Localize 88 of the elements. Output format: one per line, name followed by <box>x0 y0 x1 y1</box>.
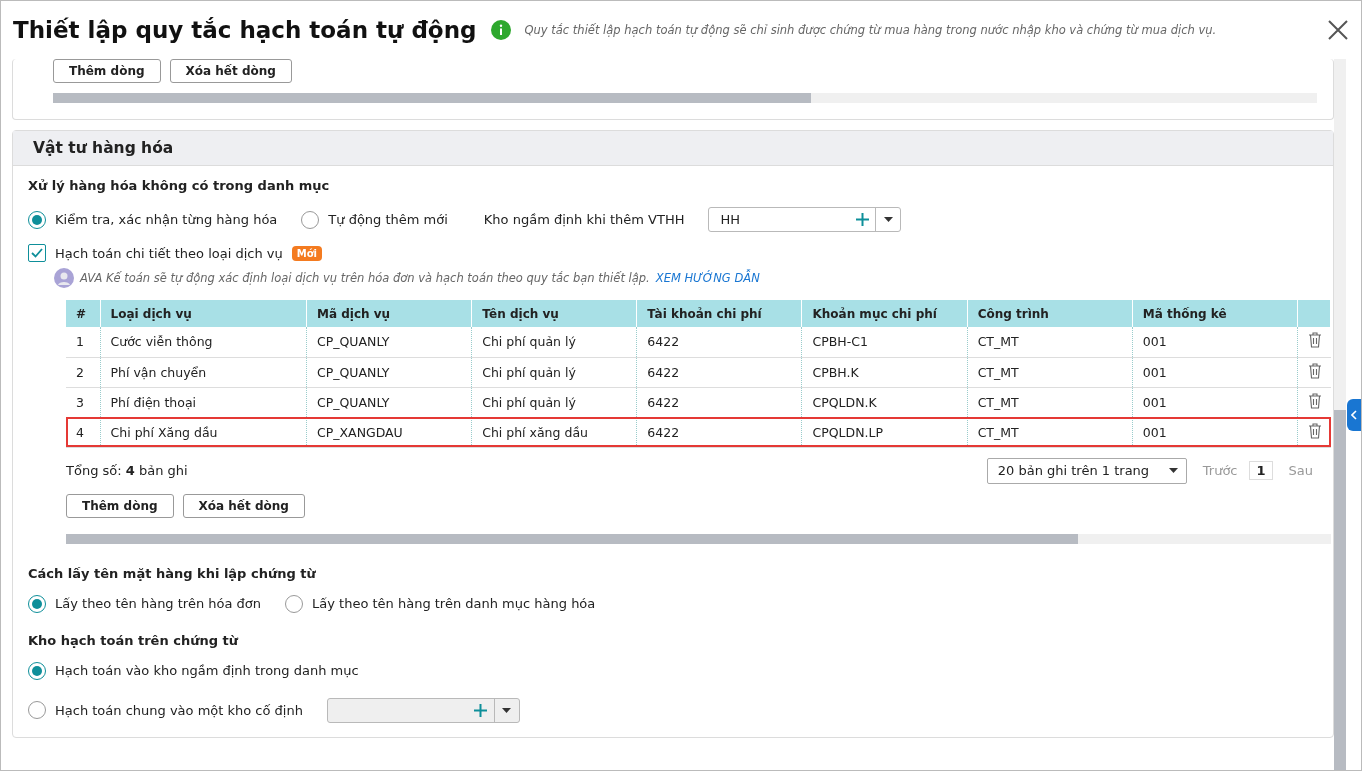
table-cell: Chi phí xăng dầu <box>471 417 637 447</box>
option-label: Hạch toán vào kho ngầm định trong danh mục <box>55 663 359 678</box>
table-cell: 001 <box>1132 417 1298 447</box>
table-cell: 6422 <box>636 327 802 357</box>
table-cell: CT_MT <box>967 417 1133 447</box>
dialog-title: Thiết lập quy tắc hạch toán tự động <box>13 17 477 43</box>
close-button[interactable] <box>1327 19 1349 41</box>
checkbox-label: Hạch toán chi tiết theo loại dịch vụ <box>55 245 283 261</box>
option-label: Hạch toán chung vào một kho cố định <box>55 702 303 718</box>
table-row[interactable]: 4 Chi phí Xăng dầu CP_XANGDAU Chi phí xăng dầu 6422 CPQLDN.LP CT_MT 001 <box>66 417 1331 447</box>
caret-icon <box>883 217 893 222</box>
table-cell: 6422 <box>636 357 802 387</box>
table-cell: 2 <box>66 357 101 387</box>
table-cell: CPQLDN.K <box>801 387 968 417</box>
table-cell: CP_XANGDAU <box>306 417 472 447</box>
new-badge: Mới <box>291 245 322 261</box>
table-row[interactable]: 2 Phí vận chuyển CP_QUANLY Chi phí quản lý 6422 CPBH.K CT_MT 001 <box>66 357 1331 387</box>
table-action-button[interactable]: Xóa hết dòng <box>182 493 305 518</box>
plus-icon[interactable] <box>855 213 869 226</box>
table-cell: 4 <box>66 417 101 447</box>
scrollbar[interactable] <box>66 533 1331 544</box>
table-cell: CT_MT <box>967 357 1133 387</box>
caret-icon <box>502 707 512 713</box>
page-number[interactable]: 1 <box>1249 461 1273 480</box>
table-action-button[interactable]: Thêm dòng <box>53 59 161 83</box>
trash-icon[interactable] <box>1307 332 1322 349</box>
table-cell: 001 <box>1132 357 1298 387</box>
hint-text: AVA Kế toán sẽ tự động xác định loại dịch vụ trên hóa đơn và hạch toán theo quy tắc bạn thiết lập. <box>80 271 650 285</box>
table-cell: Cước viễn thông <box>100 327 307 357</box>
column-header: Loại dịch vụ <box>100 300 307 327</box>
info-icon <box>490 20 511 40</box>
option-label: Lấy theo tên hàng trên hóa đơn <box>55 596 261 611</box>
table-cell: 6422 <box>636 417 802 447</box>
avatar-icon <box>54 268 74 288</box>
page-size-select[interactable]: 20 bản ghi trên 1 trang <box>986 457 1187 484</box>
table-cell: Phí vận chuyển <box>100 357 307 387</box>
table-cell: CPBH-C1 <box>801 327 968 357</box>
column-header: # <box>66 300 101 327</box>
record-count: Tổng số: 4 bản ghi <box>66 463 189 478</box>
table-cell: Chi phí Xăng dầu <box>100 417 307 447</box>
table-cell: Chi phí quản lý <box>471 357 637 387</box>
table-cell: CPBH.K <box>801 357 968 387</box>
table-cell: CP_QUANLY <box>306 357 472 387</box>
option-label: Tự động thêm mới <box>328 212 448 227</box>
table-action-button[interactable]: Thêm dòng <box>66 493 174 518</box>
checkbox[interactable] <box>28 244 46 262</box>
table-cell: CP_QUANLY <box>306 327 472 357</box>
table-cell: Chi phí quản lý <box>471 327 637 357</box>
table-cell: CT_MT <box>967 327 1133 357</box>
section-title: Vật tư hàng hóa <box>33 139 174 157</box>
table-cell: 1 <box>66 327 101 357</box>
table-action-button[interactable]: Xóa hết dòng <box>169 59 292 83</box>
scrollbar[interactable] <box>1334 59 1346 770</box>
group-heading: Kho hạch toán trên chứng từ <box>28 632 240 648</box>
table-cell: Phí điện thoại <box>100 387 307 417</box>
table-cell: 3 <box>66 387 101 417</box>
warehouse-combo[interactable] <box>326 697 520 723</box>
trash-icon[interactable] <box>1307 362 1322 379</box>
column-header: Mã thống kê <box>1132 300 1298 327</box>
scrollbar[interactable] <box>53 93 1317 103</box>
trash-icon[interactable] <box>1307 392 1322 409</box>
table-row[interactable]: 3 Phí điện thoại CP_QUANLY Chi phí quản lý 6422 CPQLDN.K CT_MT 001 <box>66 387 1331 417</box>
group-heading: Xử lý hàng hóa không có trong danh mục <box>28 178 331 193</box>
column-header: Tài khoản chi phí <box>636 300 802 327</box>
option-label: Kiểm tra, xác nhận từng hàng hóa <box>55 212 278 227</box>
guide-link[interactable]: XEM HƯỚNG DẪN <box>655 271 760 285</box>
table-cell: Chi phí quản lý <box>471 387 637 417</box>
chevron-left-icon <box>1351 410 1357 420</box>
warehouse-combo[interactable]: HH <box>708 207 902 232</box>
caret-icon <box>1168 468 1178 473</box>
table-cell: 001 <box>1132 387 1298 417</box>
option-label: Lấy theo tên hàng trên danh mục hàng hóa <box>312 596 596 611</box>
column-header: Công trình <box>967 300 1133 327</box>
table-row[interactable]: 1 Cước viễn thông CP_QUANLY Chi phí quản lý 6422 CPBH-C1 CT_MT 001 <box>66 327 1331 357</box>
column-header: Khoản mục chi phí <box>801 300 968 327</box>
table-cell: 6422 <box>636 387 802 417</box>
trash-icon[interactable] <box>1307 422 1322 439</box>
plus-icon[interactable] <box>474 703 488 717</box>
group-heading: Cách lấy tên mặt hàng khi lập chứng từ <box>28 565 317 581</box>
column-header: Tên dịch vụ <box>471 300 637 327</box>
side-panel-tab[interactable] <box>1347 399 1361 431</box>
table-cell: CPQLDN.LP <box>801 417 968 447</box>
column-header: Mã dịch vụ <box>306 300 472 327</box>
table-cell: 001 <box>1132 327 1298 357</box>
table-cell: CP_QUANLY <box>306 387 472 417</box>
field-label: Kho ngầm định khi thêm VTHH <box>483 212 685 227</box>
table-cell: CT_MT <box>967 387 1133 417</box>
info-text: Quy tắc thiết lập hạch toán tự động sẽ chỉ sinh được chứng từ mua hàng trong nước nhập kho và chứng từ mua dịch vụ. <box>524 23 1217 37</box>
